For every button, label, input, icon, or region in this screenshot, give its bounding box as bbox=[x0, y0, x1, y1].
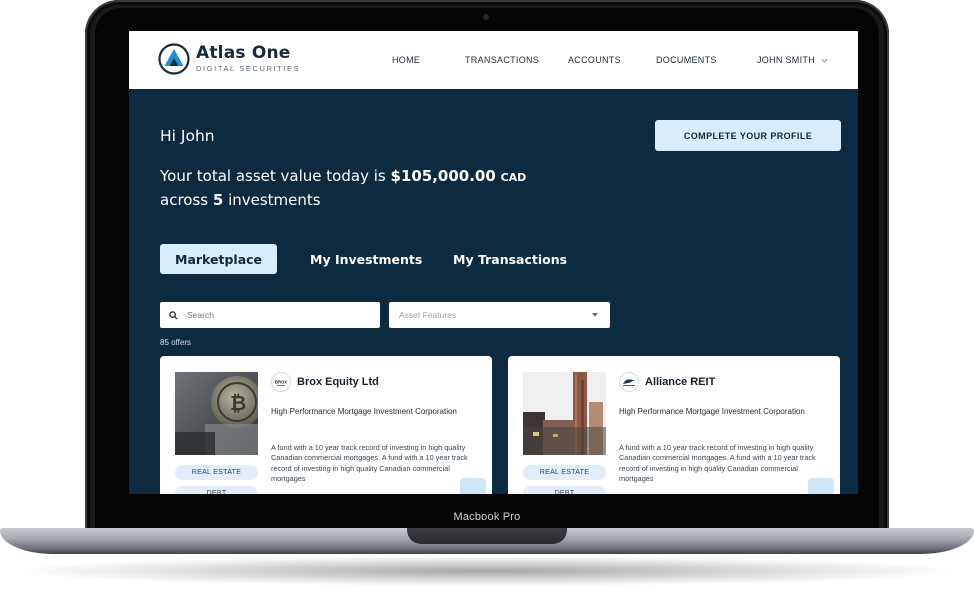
total-line2-suffix: investments bbox=[223, 191, 321, 209]
investment-count: 5 bbox=[212, 191, 224, 209]
card-title[interactable]: Brox Equity Ltd bbox=[297, 376, 379, 388]
camera-icon bbox=[483, 14, 489, 20]
card-title[interactable]: Alliance REIT bbox=[645, 376, 715, 388]
tab-my-transactions[interactable]: My Transactions bbox=[453, 244, 567, 274]
device-label: Macbook Pro bbox=[453, 511, 521, 523]
total-currency: CAD bbox=[500, 171, 527, 184]
brand[interactable]: Atlas One DIGITAL SECURITIES bbox=[196, 43, 300, 73]
brox-logo-icon: BROX bbox=[271, 372, 291, 392]
dropdown-caret-icon bbox=[592, 313, 598, 317]
offer-card[interactable]: ₿ BROX Brox Equity Ltd High Performance … bbox=[160, 356, 492, 494]
brand-name: Atlas One bbox=[196, 43, 291, 63]
offer-card[interactable]: Alliance REIT High Performance Mortgage … bbox=[508, 356, 840, 494]
svg-text:BROX: BROX bbox=[275, 380, 287, 385]
tag-debt: DEBT bbox=[175, 486, 258, 494]
laptop-shadow bbox=[20, 556, 954, 586]
card-subtitle: High Performance Mortgage Investment Cor… bbox=[271, 407, 457, 416]
nav-accounts[interactable]: ACCOUNTS bbox=[568, 55, 621, 65]
chevron-down-icon bbox=[821, 58, 828, 62]
tab-marketplace[interactable]: Marketplace bbox=[160, 244, 278, 274]
user-name: JOHN SMITH bbox=[757, 55, 815, 65]
nav-home[interactable]: HOME bbox=[392, 55, 420, 65]
total-line2-prefix: across bbox=[160, 191, 213, 209]
tag-debt: DEBT bbox=[523, 486, 606, 494]
user-menu[interactable]: JOHN SMITH bbox=[757, 55, 828, 65]
card-action-button[interactable] bbox=[460, 478, 486, 494]
search-icon bbox=[169, 310, 178, 320]
asset-features-placeholder: Asset Features bbox=[399, 310, 457, 320]
total-value: $105,000.00 bbox=[390, 167, 496, 185]
greeting: Hi John bbox=[160, 127, 215, 145]
search-box[interactable] bbox=[160, 302, 380, 328]
complete-profile-button[interactable]: COMPLETE YOUR PROFILE bbox=[655, 120, 841, 151]
nav-documents[interactable]: DOCUMENTS bbox=[656, 55, 717, 65]
total-prefix: Your total asset value today is bbox=[160, 167, 391, 185]
crypto-coin-photo: ₿ bbox=[175, 372, 258, 455]
card-description: A fund with a 10 year track record of in… bbox=[271, 443, 468, 483]
card-subtitle: High Performance Mortgage Investment Cor… bbox=[619, 407, 805, 416]
top-navbar: Atlas One DIGITAL SECURITIES HOME TRANSA… bbox=[129, 31, 858, 89]
brand-subtitle: DIGITAL SECURITIES bbox=[196, 64, 301, 73]
offers-count: 85 offers bbox=[160, 338, 191, 347]
app-screen: Atlas One DIGITAL SECURITIES HOME TRANSA… bbox=[129, 31, 858, 494]
atlas-logo-icon[interactable] bbox=[158, 43, 190, 75]
svg-text:₿: ₿ bbox=[230, 393, 246, 415]
city-buildings-photo bbox=[523, 372, 606, 455]
tab-my-investments[interactable]: My Investments bbox=[310, 244, 422, 274]
tag-real-estate: REAL ESTATE bbox=[523, 465, 606, 480]
card-action-button[interactable] bbox=[808, 478, 834, 494]
tag-real-estate: REAL ESTATE bbox=[175, 465, 258, 480]
search-input[interactable] bbox=[187, 310, 367, 320]
alliance-logo-icon bbox=[619, 372, 639, 392]
laptop-hinge-notch bbox=[407, 528, 567, 544]
asset-features-select[interactable]: Asset Features bbox=[389, 302, 610, 328]
card-description: A fund with a 10 year track record of in… bbox=[619, 443, 816, 483]
nav-transactions[interactable]: TRANSACTIONS bbox=[465, 55, 539, 65]
total-asset-summary: Your total asset value today is $105,000… bbox=[160, 165, 526, 212]
